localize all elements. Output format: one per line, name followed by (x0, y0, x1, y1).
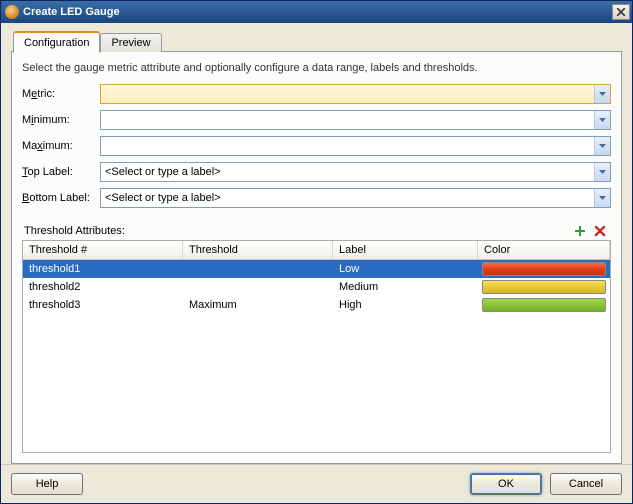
dialog-window: Create LED Gauge Configuration Preview S… (0, 0, 633, 504)
tab-panel-configuration: Select the gauge metric attribute and op… (11, 51, 622, 464)
minimum-label: Minimum: (22, 114, 100, 126)
bottom-label-combo-value: <Select or type a label> (101, 192, 594, 204)
cell-label: Medium (333, 281, 478, 293)
close-button[interactable] (612, 4, 630, 20)
col-threshold-num[interactable]: Threshold # (23, 241, 183, 259)
ok-button[interactable]: OK (470, 473, 542, 495)
table-row[interactable]: threshold3MaximumHigh (23, 296, 610, 314)
form-grid: Metric: Minimum: Maximum: (22, 84, 611, 208)
cell-color (478, 298, 610, 312)
dialog-footer: Help OK Cancel (1, 464, 632, 503)
tab-configuration[interactable]: Configuration (13, 31, 100, 53)
top-label-combo-arrow[interactable] (594, 163, 610, 181)
bottom-label-label: Bottom Label: (22, 192, 100, 204)
minimum-combo[interactable] (100, 110, 611, 130)
window-title: Create LED Gauge (23, 6, 120, 18)
metric-combo[interactable] (100, 84, 611, 104)
color-swatch (482, 298, 606, 312)
cell-threshold: Maximum (183, 299, 333, 311)
threshold-table: Threshold # Threshold Label Color thresh… (22, 240, 611, 453)
top-label-label: Top Label: (22, 166, 100, 178)
threshold-table-body: threshold1 Low threshold2 Medium threshold3M… (23, 260, 610, 452)
bottom-label-combo[interactable]: <Select or type a label> (100, 188, 611, 208)
col-color[interactable]: Color (478, 241, 610, 259)
cell-label: Low (333, 263, 478, 275)
threshold-section: Threshold Attributes: Threshold # Thresh… (22, 222, 611, 453)
help-button[interactable]: Help (11, 473, 83, 495)
metric-combo-arrow[interactable] (594, 85, 610, 103)
tab-preview[interactable]: Preview (100, 33, 161, 52)
cell-threshold-num: threshold3 (23, 299, 183, 311)
table-row[interactable]: threshold2 Medium (23, 278, 610, 296)
col-threshold[interactable]: Threshold (183, 241, 333, 259)
add-threshold-icon[interactable] (573, 224, 587, 238)
metric-label: Metric: (22, 88, 100, 100)
description-text: Select the gauge metric attribute and op… (22, 62, 611, 74)
delete-threshold-icon[interactable] (593, 224, 607, 238)
app-icon (5, 5, 19, 19)
maximum-combo[interactable] (100, 136, 611, 156)
minimum-combo-arrow[interactable] (594, 111, 610, 129)
cell-color (478, 280, 610, 294)
color-swatch (482, 262, 606, 276)
table-row[interactable]: threshold1 Low (23, 260, 610, 278)
cell-color (478, 262, 610, 276)
cancel-button[interactable]: Cancel (550, 473, 622, 495)
top-label-combo-value: <Select or type a label> (101, 166, 594, 178)
cell-threshold-num: threshold2 (23, 281, 183, 293)
cell-threshold-num: threshold1 (23, 263, 183, 275)
maximum-label: Maximum: (22, 140, 100, 152)
maximum-combo-arrow[interactable] (594, 137, 610, 155)
titlebar: Create LED Gauge (1, 1, 632, 23)
col-label[interactable]: Label (333, 241, 478, 259)
bottom-label-combo-arrow[interactable] (594, 189, 610, 207)
color-swatch (482, 280, 606, 294)
threshold-table-header: Threshold # Threshold Label Color (23, 241, 610, 260)
threshold-section-title: Threshold Attributes: (24, 225, 125, 237)
tab-strip: Configuration Preview (11, 31, 622, 52)
top-label-combo[interactable]: <Select or type a label> (100, 162, 611, 182)
cell-label: High (333, 299, 478, 311)
